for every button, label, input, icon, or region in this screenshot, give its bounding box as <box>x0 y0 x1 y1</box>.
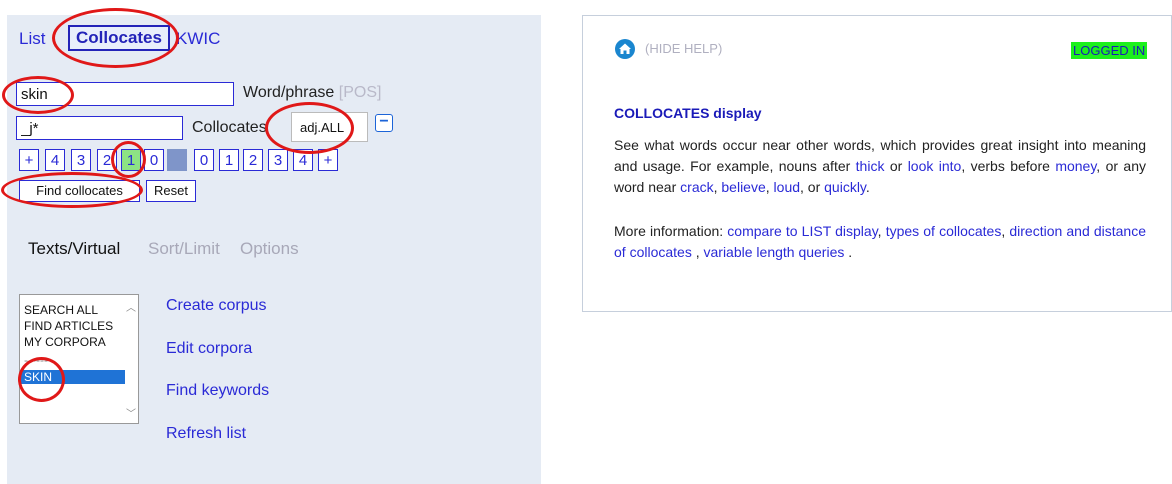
span-left-0[interactable]: 0 <box>144 149 164 171</box>
span-right-2[interactable]: 2 <box>243 149 263 171</box>
help-text: , <box>691 244 704 260</box>
help-text: , verbs before <box>961 158 1056 174</box>
help-link[interactable]: loud <box>774 179 800 195</box>
collocate-pos-select[interactable]: adj.ALL <box>291 112 368 142</box>
help-panel: (HIDE HELP) LOGGED IN COLLOCATES display… <box>582 15 1172 312</box>
collocate-input[interactable] <box>16 116 183 140</box>
help-paragraph-2: More information: compare to LIST displa… <box>614 221 1146 263</box>
scroll-down-icon[interactable]: ﹀ <box>126 405 136 420</box>
pos-link[interactable]: [POS] <box>339 84 382 101</box>
span-right-1[interactable]: 1 <box>219 149 239 171</box>
nav-collocates-tab[interactable]: Collocates <box>68 25 170 51</box>
help-text: , or <box>800 179 825 195</box>
tab-options[interactable]: Options <box>240 239 299 259</box>
minus-icon[interactable]: − <box>375 114 393 132</box>
help-link[interactable]: thick <box>856 158 885 174</box>
scroll-up-icon[interactable]: ︿ <box>126 299 136 314</box>
logged-in-badge: LOGGED IN <box>1071 42 1148 59</box>
span-right-plus[interactable]: + <box>318 149 338 171</box>
word-phrase-label: Word/phrase [POS] <box>243 84 381 102</box>
reset-button[interactable]: Reset <box>146 180 196 202</box>
span-left-4[interactable]: 4 <box>45 149 65 171</box>
span-left-1[interactable]: 1 <box>121 149 141 171</box>
help-text: . <box>844 244 853 260</box>
refresh-list-link[interactable]: Refresh list <box>166 425 246 443</box>
tab-sort-limit[interactable]: Sort/Limit <box>148 239 220 259</box>
home-icon[interactable] <box>614 38 636 65</box>
find-keywords-link[interactable]: Find keywords <box>166 382 269 400</box>
find-collocates-button[interactable]: Find collocates <box>19 180 140 202</box>
list-item[interactable]: FIND ARTICLES <box>24 319 113 333</box>
list-item[interactable]: SEARCH ALL <box>24 303 98 317</box>
span-left-3[interactable]: 3 <box>71 149 91 171</box>
help-heading: COLLOCATES display <box>614 105 762 121</box>
tab-texts-virtual[interactable]: Texts/Virtual <box>28 239 120 259</box>
help-link[interactable]: crack <box>680 179 713 195</box>
help-text: More information: <box>614 223 728 239</box>
span-left-plus[interactable]: + <box>19 149 39 171</box>
help-text: . <box>865 179 870 195</box>
help-link[interactable]: types of collocates <box>886 223 1002 239</box>
edit-corpora-link[interactable]: Edit corpora <box>166 340 252 358</box>
corpus-list[interactable]: SEARCH ALL FIND ARTICLES MY CORPORA ----… <box>19 294 139 424</box>
span-right-4[interactable]: 4 <box>293 149 313 171</box>
help-link[interactable]: quickly <box>824 179 866 195</box>
word-phrase-text: Word/phrase <box>243 84 335 101</box>
span-node-marker <box>167 149 187 171</box>
help-link[interactable]: look into <box>908 158 962 174</box>
help-link[interactable]: variable length queries <box>704 244 845 260</box>
nav-kwic-link[interactable]: KWIC <box>176 29 220 49</box>
help-link[interactable]: money <box>1055 158 1096 174</box>
list-item: ------ <box>24 353 48 367</box>
nav-list-link[interactable]: List <box>19 29 45 49</box>
help-text: , <box>877 223 886 239</box>
span-right-3[interactable]: 3 <box>268 149 288 171</box>
create-corpus-link[interactable]: Create corpus <box>166 297 267 315</box>
list-item-selected[interactable]: SKIN <box>20 370 125 384</box>
span-left-2[interactable]: 2 <box>97 149 117 171</box>
help-text: , <box>765 179 774 195</box>
help-link[interactable]: believe <box>721 179 765 195</box>
hide-help-link[interactable]: (HIDE HELP) <box>645 41 722 56</box>
word-input[interactable] <box>16 82 234 106</box>
list-item[interactable]: MY CORPORA <box>24 335 106 349</box>
collocates-label: Collocates <box>192 119 267 136</box>
help-paragraph-1: See what words occur near other words, w… <box>614 135 1146 198</box>
span-right-0[interactable]: 0 <box>194 149 214 171</box>
help-text: or <box>884 158 908 174</box>
help-link[interactable]: compare to LIST display <box>727 223 877 239</box>
